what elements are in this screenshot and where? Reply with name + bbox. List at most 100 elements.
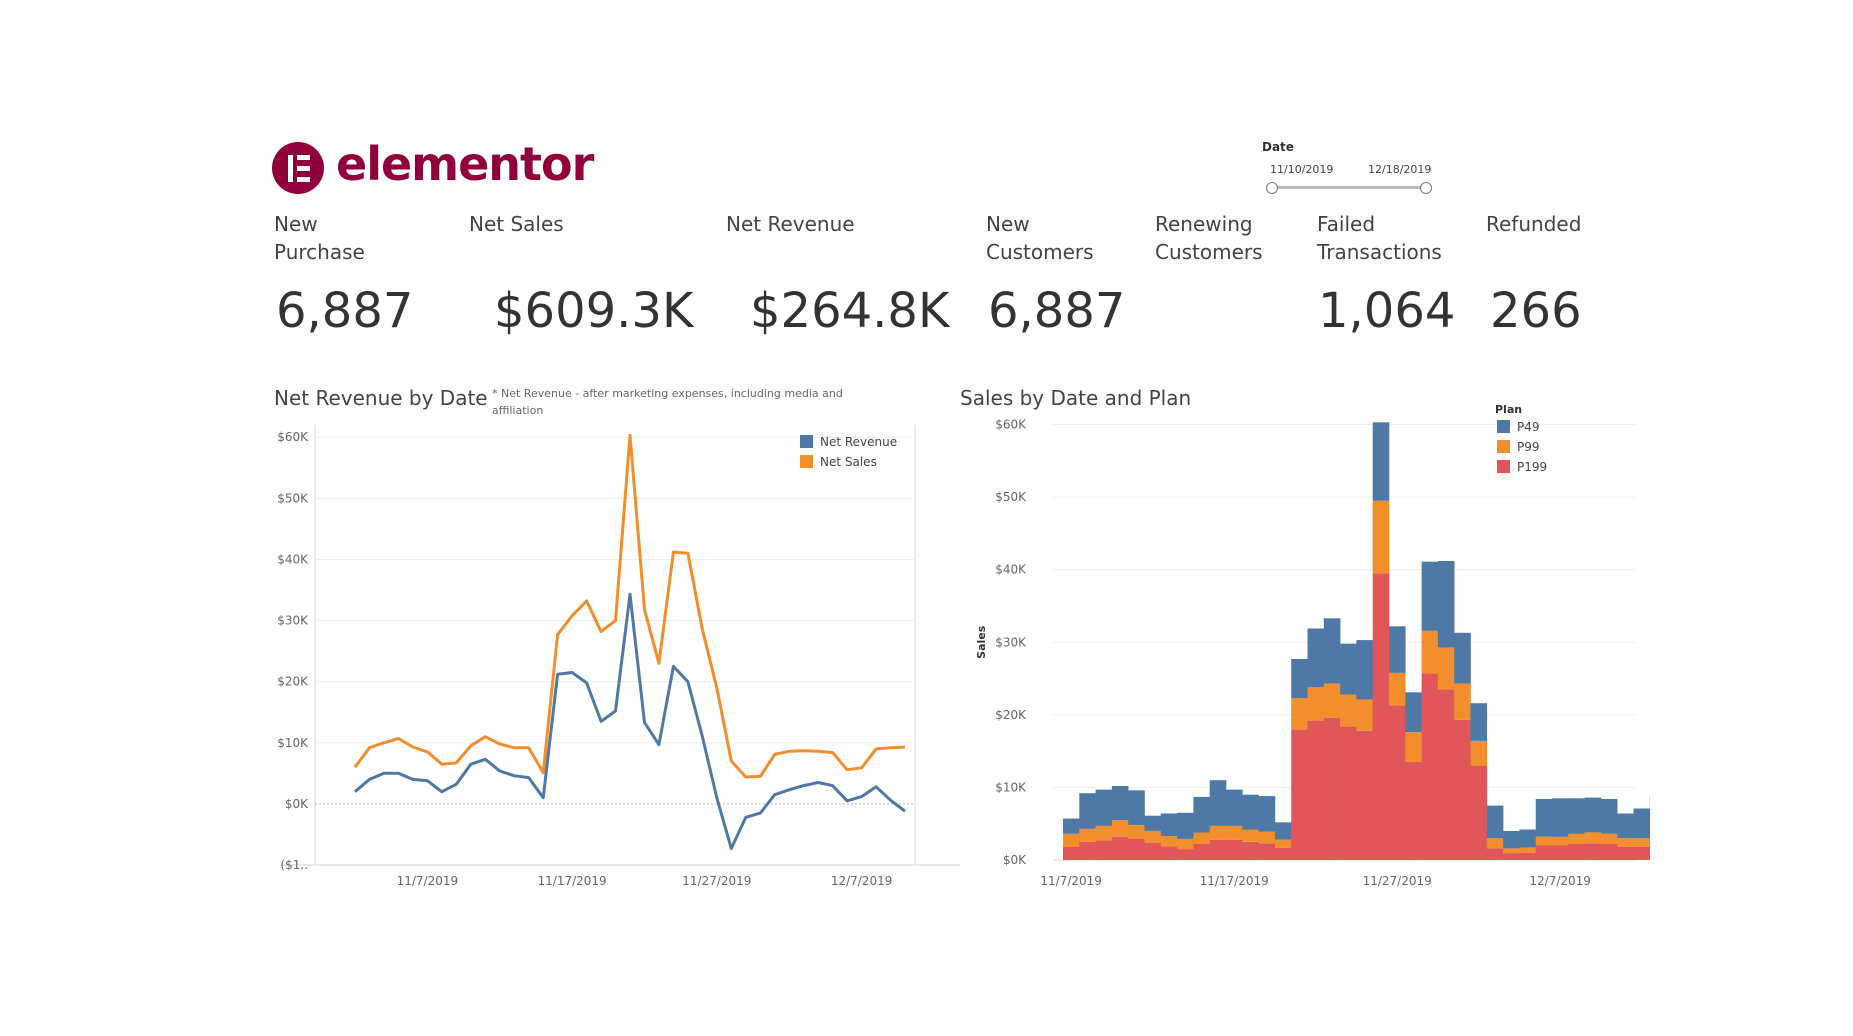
y-tick-label: $30K	[995, 635, 1027, 649]
y-tick-label: $0K	[285, 797, 309, 811]
y-tick-label: $40K	[995, 563, 1027, 577]
bar-p49	[1258, 796, 1276, 832]
legend-title: Plan	[1495, 403, 1522, 416]
bar-p49	[1209, 780, 1227, 826]
y-tick-label: ($1..	[280, 858, 308, 872]
kpi-net-revenue-label: Net Revenue	[726, 212, 855, 236]
bar-p49	[1356, 640, 1373, 700]
bar-p99	[1568, 833, 1585, 845]
bar-p49	[1470, 703, 1488, 741]
bar-p199	[1226, 839, 1243, 860]
bar-p49	[1617, 813, 1634, 839]
kpi-failed-transactions-value: 1,064	[1318, 283, 1456, 339]
bar-p49	[1486, 805, 1504, 839]
bar-p199	[1111, 836, 1129, 860]
y-tick-label: $10K	[277, 736, 309, 750]
bar-p49	[1372, 422, 1390, 501]
kpi-net-sales-label: Net Sales	[469, 212, 564, 236]
elementor-logo-icon	[272, 142, 324, 194]
bar-p49	[1160, 813, 1178, 836]
bar-p99	[1617, 838, 1634, 847]
y-tick-label: $10K	[995, 780, 1027, 794]
bar-p99	[1633, 838, 1650, 847]
bar-p49	[1226, 789, 1243, 826]
bar-p49	[1144, 815, 1162, 831]
bar-p99	[1144, 831, 1162, 843]
bar-p99	[1405, 732, 1422, 763]
legend-label: P99	[1517, 440, 1540, 454]
bar-p199	[1535, 845, 1553, 860]
legend-swatch	[1497, 420, 1510, 433]
bar-p99	[1226, 825, 1243, 840]
bar-p99	[1470, 741, 1488, 766]
kpi-refunded-label: Refunded	[1486, 212, 1582, 236]
bar-p99	[1323, 683, 1341, 718]
legend-label: P49	[1517, 420, 1540, 434]
bar-p99	[1079, 828, 1096, 842]
legend-label: P199	[1517, 460, 1547, 474]
bar-p199	[1079, 841, 1096, 860]
y-tick-label: $60K	[277, 430, 309, 444]
bar-p49	[1584, 797, 1602, 833]
bar-p199	[1584, 843, 1602, 860]
y-tick-label: $50K	[277, 491, 309, 505]
bar-p99	[1242, 829, 1259, 842]
bar-p199	[1503, 853, 1520, 860]
bar-p99	[1454, 683, 1471, 720]
legend-swatch	[800, 455, 813, 468]
bar-p199	[1552, 845, 1569, 860]
bar-p49	[1633, 808, 1650, 839]
bar-p49	[1095, 789, 1113, 826]
legend-swatch	[800, 435, 813, 448]
slider-end-handle[interactable]	[1420, 182, 1432, 194]
bar-p199	[1633, 846, 1650, 860]
bar-p199	[1568, 844, 1585, 860]
date-range-slider[interactable]	[1272, 186, 1426, 189]
bar-p49	[1389, 626, 1406, 673]
x-tick-label: 12/7/2019	[1529, 874, 1591, 888]
bar-p49	[1421, 561, 1439, 631]
bar-p99	[1063, 833, 1080, 847]
bar-p49	[1568, 798, 1585, 834]
kpi-new-purchase-value: 6,887	[276, 283, 414, 339]
bar-p199	[1209, 839, 1227, 860]
bar-p199	[1095, 840, 1113, 860]
bar-p49	[1242, 794, 1259, 830]
bar-p99	[1291, 698, 1308, 730]
bar-p199	[1258, 843, 1276, 860]
bar-p49	[1600, 799, 1618, 834]
slider-start-handle[interactable]	[1266, 182, 1278, 194]
bar-p199	[1454, 719, 1471, 860]
bar-p199	[1160, 846, 1178, 860]
bar-p49	[1177, 812, 1194, 839]
bar-p49	[1111, 786, 1129, 821]
bar-p199	[1291, 729, 1308, 860]
bar-p49	[1291, 659, 1308, 699]
x-tick-label: 11/7/2019	[1040, 874, 1102, 888]
bar-p49	[1340, 643, 1357, 695]
bar-p49	[1437, 561, 1455, 648]
bar-p199	[1600, 844, 1618, 860]
bar-p99	[1356, 699, 1373, 731]
bar-p199	[1128, 839, 1145, 860]
bar-p199	[1340, 726, 1357, 860]
y-tick-label: $30K	[277, 614, 309, 628]
bar-p199	[1437, 689, 1455, 860]
bar-p199	[1405, 762, 1422, 860]
y-tick-label: $50K	[995, 490, 1027, 504]
revenue-chart-note: * Net Revenue - after marketing expenses…	[492, 387, 843, 417]
bar-p49	[1307, 628, 1325, 688]
x-tick-label: 11/27/2019	[1363, 874, 1432, 888]
bar-p99	[1258, 831, 1276, 844]
y-tick-label: $20K	[277, 675, 309, 689]
bar-p99	[1193, 832, 1210, 844]
bar-p99	[1307, 687, 1325, 721]
bar-p99	[1340, 694, 1357, 727]
bar-p199	[1242, 841, 1259, 860]
bar-p199	[1372, 573, 1390, 860]
bar-p99	[1128, 825, 1145, 839]
y-axis-label: Sales	[975, 625, 988, 659]
bar-p49	[1454, 632, 1471, 684]
kpi-net-sales-value: $609.3K	[494, 283, 694, 339]
y-tick-label: $60K	[995, 418, 1027, 432]
